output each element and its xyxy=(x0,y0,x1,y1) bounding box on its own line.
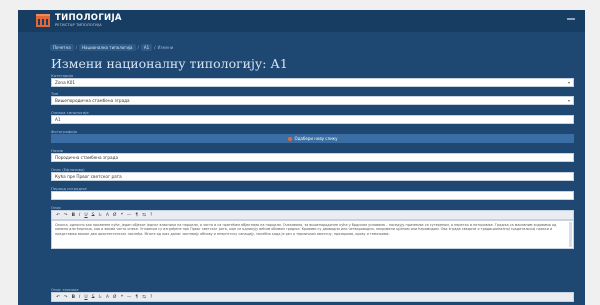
breadcrumb-national-typology[interactable]: Национална типологија xyxy=(79,43,136,51)
description-text: Сеоска, односно као приземне куће, један… xyxy=(55,223,557,236)
breadcrumb-separator: / xyxy=(75,44,78,50)
top-navbar: ТИПОЛОГИЈА РЕГИСТАР ТИПОЛОГИЈА xyxy=(18,10,585,32)
bold-button[interactable]: B xyxy=(72,295,75,300)
breadcrumb-separator: / xyxy=(137,44,139,50)
underline-button[interactable]: U xyxy=(84,295,87,300)
brand-tagline: РЕГИСТАР ТИПОЛОГИЈА xyxy=(55,23,102,27)
upload-photo-button-label: Одабери нову слику xyxy=(294,136,338,141)
paragraph-icon[interactable]: ¶ xyxy=(135,295,138,300)
align-icon[interactable]: ⇆ xyxy=(142,213,146,218)
quote-icon[interactable]: ❝ xyxy=(120,213,122,218)
page-title: Измени националну типологију: А1 xyxy=(51,56,288,71)
italic-button[interactable]: I xyxy=(79,295,80,300)
typology-code-input[interactable]: А1 xyxy=(51,115,574,124)
description-editor-toolbar: ↶ ↷ B I U S Iₓ A Ø ❝ — ¶ ⇆ ? xyxy=(51,210,574,220)
chevron-down-icon: ▾ xyxy=(567,80,570,85)
horizontal-rule-icon[interactable]: — xyxy=(127,213,132,218)
description-short-input[interactable]: Кућа пре Првог светског рата xyxy=(51,172,574,181)
breadcrumb-current: Измени xyxy=(157,44,174,50)
name-input[interactable]: Породична стамбена зграда xyxy=(51,153,574,162)
app-window: ТИПОЛОГИЈА РЕГИСТАР ТИПОЛОГИЈА Почетна /… xyxy=(18,10,585,305)
align-icon[interactable]: ⇆ xyxy=(142,295,146,300)
bold-button[interactable]: B xyxy=(72,213,75,218)
link-icon[interactable]: Ø xyxy=(113,295,117,300)
text-color-button[interactable]: A xyxy=(106,213,109,218)
type-select[interactable]: Вишепородична стамбена зграда ▾ xyxy=(51,96,574,105)
clear-format-button[interactable]: Iₓ xyxy=(98,295,101,300)
breadcrumb-separator: / xyxy=(154,44,156,50)
horizontal-rule-icon[interactable]: — xyxy=(127,295,132,300)
help-icon[interactable]: ? xyxy=(150,213,152,218)
help-icon[interactable]: ? xyxy=(150,295,152,300)
strikethrough-button[interactable]: S xyxy=(92,295,95,300)
text-color-button[interactable]: A xyxy=(106,295,109,300)
undo-icon[interactable]: ↶ xyxy=(56,213,60,218)
breadcrumb-a1[interactable]: А1 xyxy=(140,43,153,51)
type-value: Вишепородична стамбена зграда xyxy=(55,98,130,103)
upload-photo-button[interactable]: Одабери нову слику xyxy=(51,134,574,143)
italic-button[interactable]: I xyxy=(79,213,80,218)
undo-icon[interactable]: ↶ xyxy=(56,295,60,300)
category-value: Zona K01 xyxy=(55,80,76,85)
name-value: Породична стамбена зграда xyxy=(55,155,119,160)
strikethrough-button[interactable]: S xyxy=(92,213,95,218)
description-short-value: Кућа пре Првог светског рата xyxy=(55,174,122,179)
technique-editor-toolbar: ↶ ↷ B I U S Iₓ A Ø ❝ — ¶ ⇆ ? xyxy=(51,292,574,302)
redo-icon[interactable]: ↷ xyxy=(64,295,68,300)
upload-icon xyxy=(287,136,292,141)
house-logo-icon xyxy=(36,14,50,27)
brand-logo[interactable]: ТИПОЛОГИЈА РЕГИСТАР ТИПОЛОГИЈА xyxy=(36,14,122,27)
breadcrumb-home[interactable]: Почетна xyxy=(50,43,74,51)
category-select[interactable]: Zona K01 ▾ xyxy=(51,78,574,87)
breadcrumb: Почетна / Национална типологија / А1 / И… xyxy=(50,43,173,51)
description-editor[interactable]: Сеоска, односно као приземне куће, један… xyxy=(51,220,574,249)
quote-icon[interactable]: ❝ xyxy=(120,295,122,300)
clear-format-button[interactable]: Iₓ xyxy=(98,213,101,218)
typology-code-value: А1 xyxy=(55,117,61,122)
paragraph-icon[interactable]: ¶ xyxy=(135,213,138,218)
redo-icon[interactable]: ↷ xyxy=(64,213,68,218)
editor-scrollbar[interactable] xyxy=(569,222,572,247)
link-icon[interactable]: Ø xyxy=(113,213,117,218)
menu-toggle-icon[interactable] xyxy=(567,18,575,20)
brand-name: ТИПОЛОГИЈА xyxy=(55,13,122,23)
chevron-down-icon: ▾ xyxy=(567,98,570,103)
construction-period-input[interactable] xyxy=(51,191,574,200)
underline-button[interactable]: U xyxy=(84,213,87,218)
